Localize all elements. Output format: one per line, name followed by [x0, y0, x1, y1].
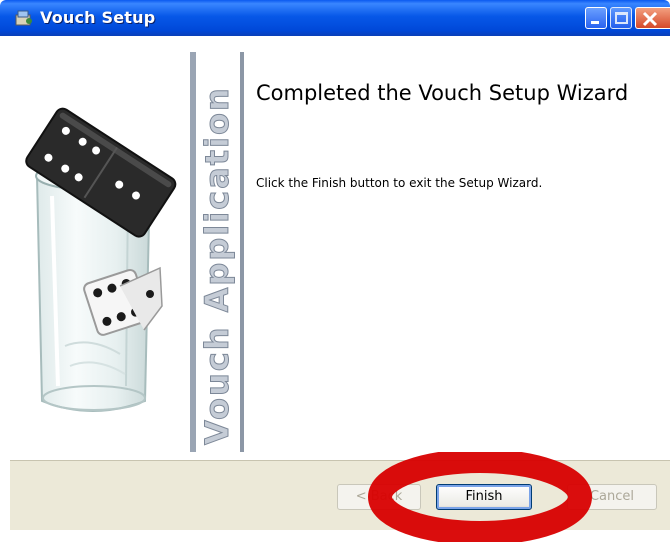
- setup-window: Vouch Setup Vouch Application Completed …: [0, 0, 670, 542]
- window-title: Vouch Setup: [40, 8, 156, 27]
- minimize-button[interactable]: [585, 7, 607, 29]
- page-title: Completed the Vouch Setup Wizard: [256, 81, 629, 105]
- close-button[interactable]: [635, 7, 670, 29]
- title-bar[interactable]: Vouch Setup: [0, 0, 670, 36]
- maximize-button[interactable]: [610, 7, 632, 29]
- finish-button[interactable]: Finish: [436, 484, 532, 510]
- back-button[interactable]: < Back: [337, 484, 421, 510]
- banner-divider: [190, 52, 196, 452]
- vertical-product-label: Vouch Application: [198, 86, 237, 446]
- cancel-button[interactable]: Cancel: [567, 484, 657, 510]
- installer-icon: [14, 9, 34, 27]
- page-description: Click the Finish button to exit the Setu…: [256, 176, 543, 190]
- wizard-banner-image: [10, 36, 190, 456]
- banner-divider-secondary: [240, 52, 244, 452]
